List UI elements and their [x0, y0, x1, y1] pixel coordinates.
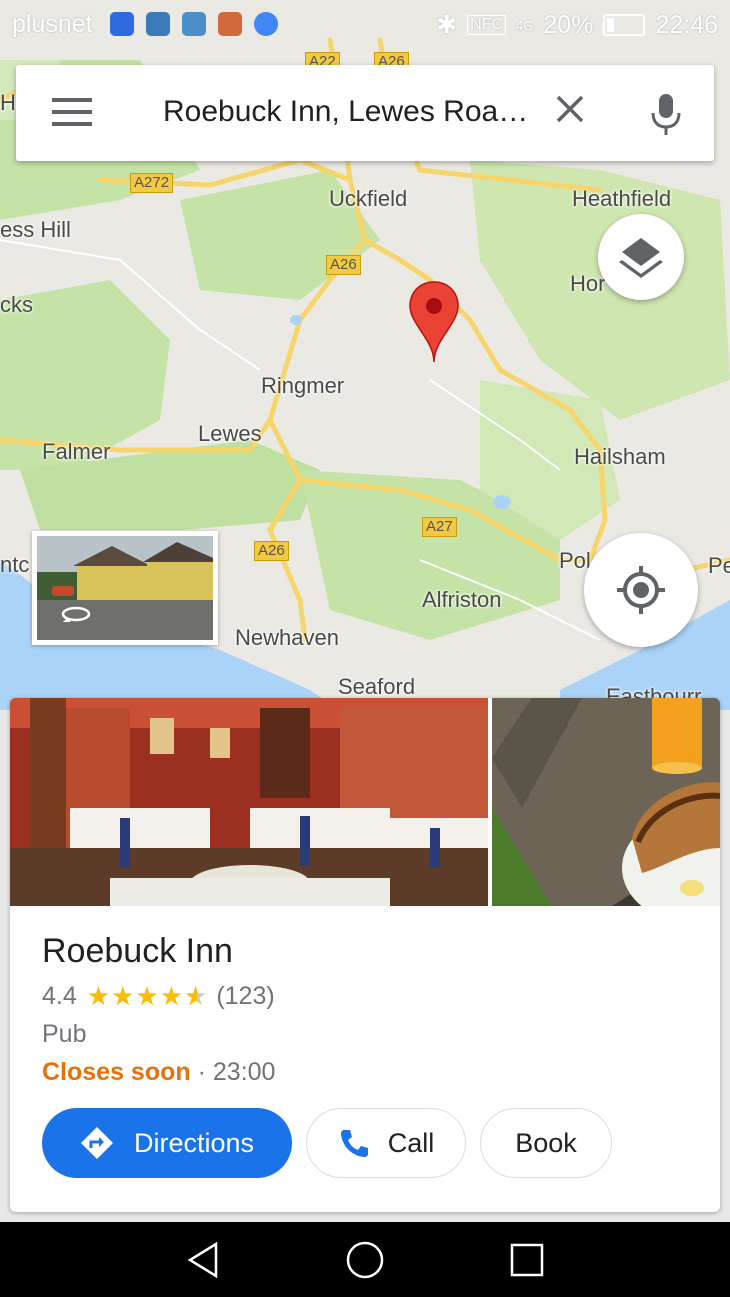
place-name: Roebuck Inn — [42, 932, 233, 970]
health-notification-icon — [182, 12, 206, 36]
google-notification-icon — [254, 12, 278, 36]
clear-icon[interactable] — [550, 89, 590, 129]
hours-status: Closes soon — [42, 1058, 191, 1086]
map-label-alfriston: Alfriston — [422, 587, 502, 612]
map-label-cks: cks — [0, 292, 33, 317]
map-label-hill: ess Hill — [0, 217, 71, 242]
app-notification-icon — [146, 12, 170, 36]
directions-icon — [80, 1127, 113, 1159]
place-card[interactable]: Roebuck Inn 4.4 ★★★★★ ★ (123) Pub Closes … — [10, 698, 720, 1212]
location-notification-icon — [110, 12, 134, 36]
directions-label: Directions — [133, 1127, 255, 1158]
mail-notification-icon — [218, 12, 242, 36]
crosshair-icon — [617, 566, 665, 614]
map-label-hailsham: Hailsham — [574, 444, 666, 469]
search-bar[interactable]: Roebuck Inn, Lewes Roa… — [16, 65, 714, 161]
map-label-newhaven: Newhaven — [235, 625, 339, 650]
closing-time: 23:00 — [212, 1058, 276, 1086]
star-rating-full: ★★★★ — [86, 981, 184, 1011]
navigation-bar — [0, 1222, 730, 1297]
map-label-seaford: Seaford — [338, 674, 416, 699]
my-location-button[interactable] — [584, 533, 698, 647]
map-label-ringmer: Ringmer — [261, 373, 345, 398]
road-shield-a272: A272 — [130, 173, 174, 193]
map-label-uckfield: Uckfield — [329, 186, 408, 211]
network-type: 4G — [516, 17, 534, 33]
rating-value: 4.4 — [42, 982, 77, 1010]
street-view-thumbnail[interactable] — [32, 531, 218, 645]
place-category: Pub — [42, 1020, 87, 1048]
call-button[interactable]: Call — [306, 1108, 466, 1178]
place-photo-food[interactable] — [492, 698, 720, 906]
map-label-falmer: Falmer — [42, 439, 111, 464]
bluetooth-icon: ✱ — [436, 11, 458, 39]
layers-button[interactable] — [598, 214, 684, 300]
book-label: Book — [515, 1127, 577, 1158]
nfc-icon: NFC — [467, 15, 507, 35]
search-query[interactable]: Roebuck Inn, Lewes Roa… — [163, 95, 528, 129]
road-shield-a26-south: A26 — [254, 541, 289, 561]
map-label-lewes: Lewes — [198, 421, 262, 446]
book-button[interactable]: Book — [480, 1108, 612, 1178]
hours-separator: · — [197, 1058, 206, 1086]
battery-icon — [603, 14, 646, 36]
home-icon[interactable] — [345, 1240, 385, 1280]
status-bar: plusnet ✱ NFC 4G 20% 22:46 — [0, 0, 730, 52]
opening-hours[interactable]: Closes soon · 23:00 — [42, 1058, 275, 1087]
recents-icon[interactable] — [507, 1240, 547, 1280]
location-pin-icon[interactable] — [408, 280, 460, 364]
road-shield-a26: A26 — [326, 255, 361, 275]
rating-line: 4.4 ★★★★★ ★ (123) — [42, 981, 275, 1012]
interior-photo-image — [10, 698, 488, 906]
map-label-pe: Pe — [708, 553, 730, 578]
360-rotate-icon — [61, 606, 91, 622]
clock: 22:46 — [655, 10, 718, 39]
layers-icon — [619, 238, 663, 278]
street-view-image — [37, 536, 213, 640]
road-shield-a27: A27 — [422, 517, 457, 537]
map-label-heathfield: Heathfield — [572, 186, 672, 211]
battery-percent: 20% — [543, 10, 594, 39]
review-count[interactable]: (123) — [216, 982, 274, 1011]
carrier-name: plusnet — [12, 10, 93, 38]
call-label: Call — [387, 1127, 435, 1158]
directions-button[interactable]: Directions — [42, 1108, 292, 1178]
back-icon[interactable] — [184, 1240, 224, 1280]
place-photo-interior[interactable] — [10, 698, 488, 906]
food-photo-image — [492, 698, 720, 906]
star-rating-icon: ★★★★★ ★ — [86, 981, 209, 1011]
map-label-ntc: ntc — [0, 552, 30, 577]
phone-icon — [340, 1130, 368, 1157]
menu-icon[interactable] — [52, 98, 92, 128]
microphone-icon[interactable] — [646, 91, 686, 137]
